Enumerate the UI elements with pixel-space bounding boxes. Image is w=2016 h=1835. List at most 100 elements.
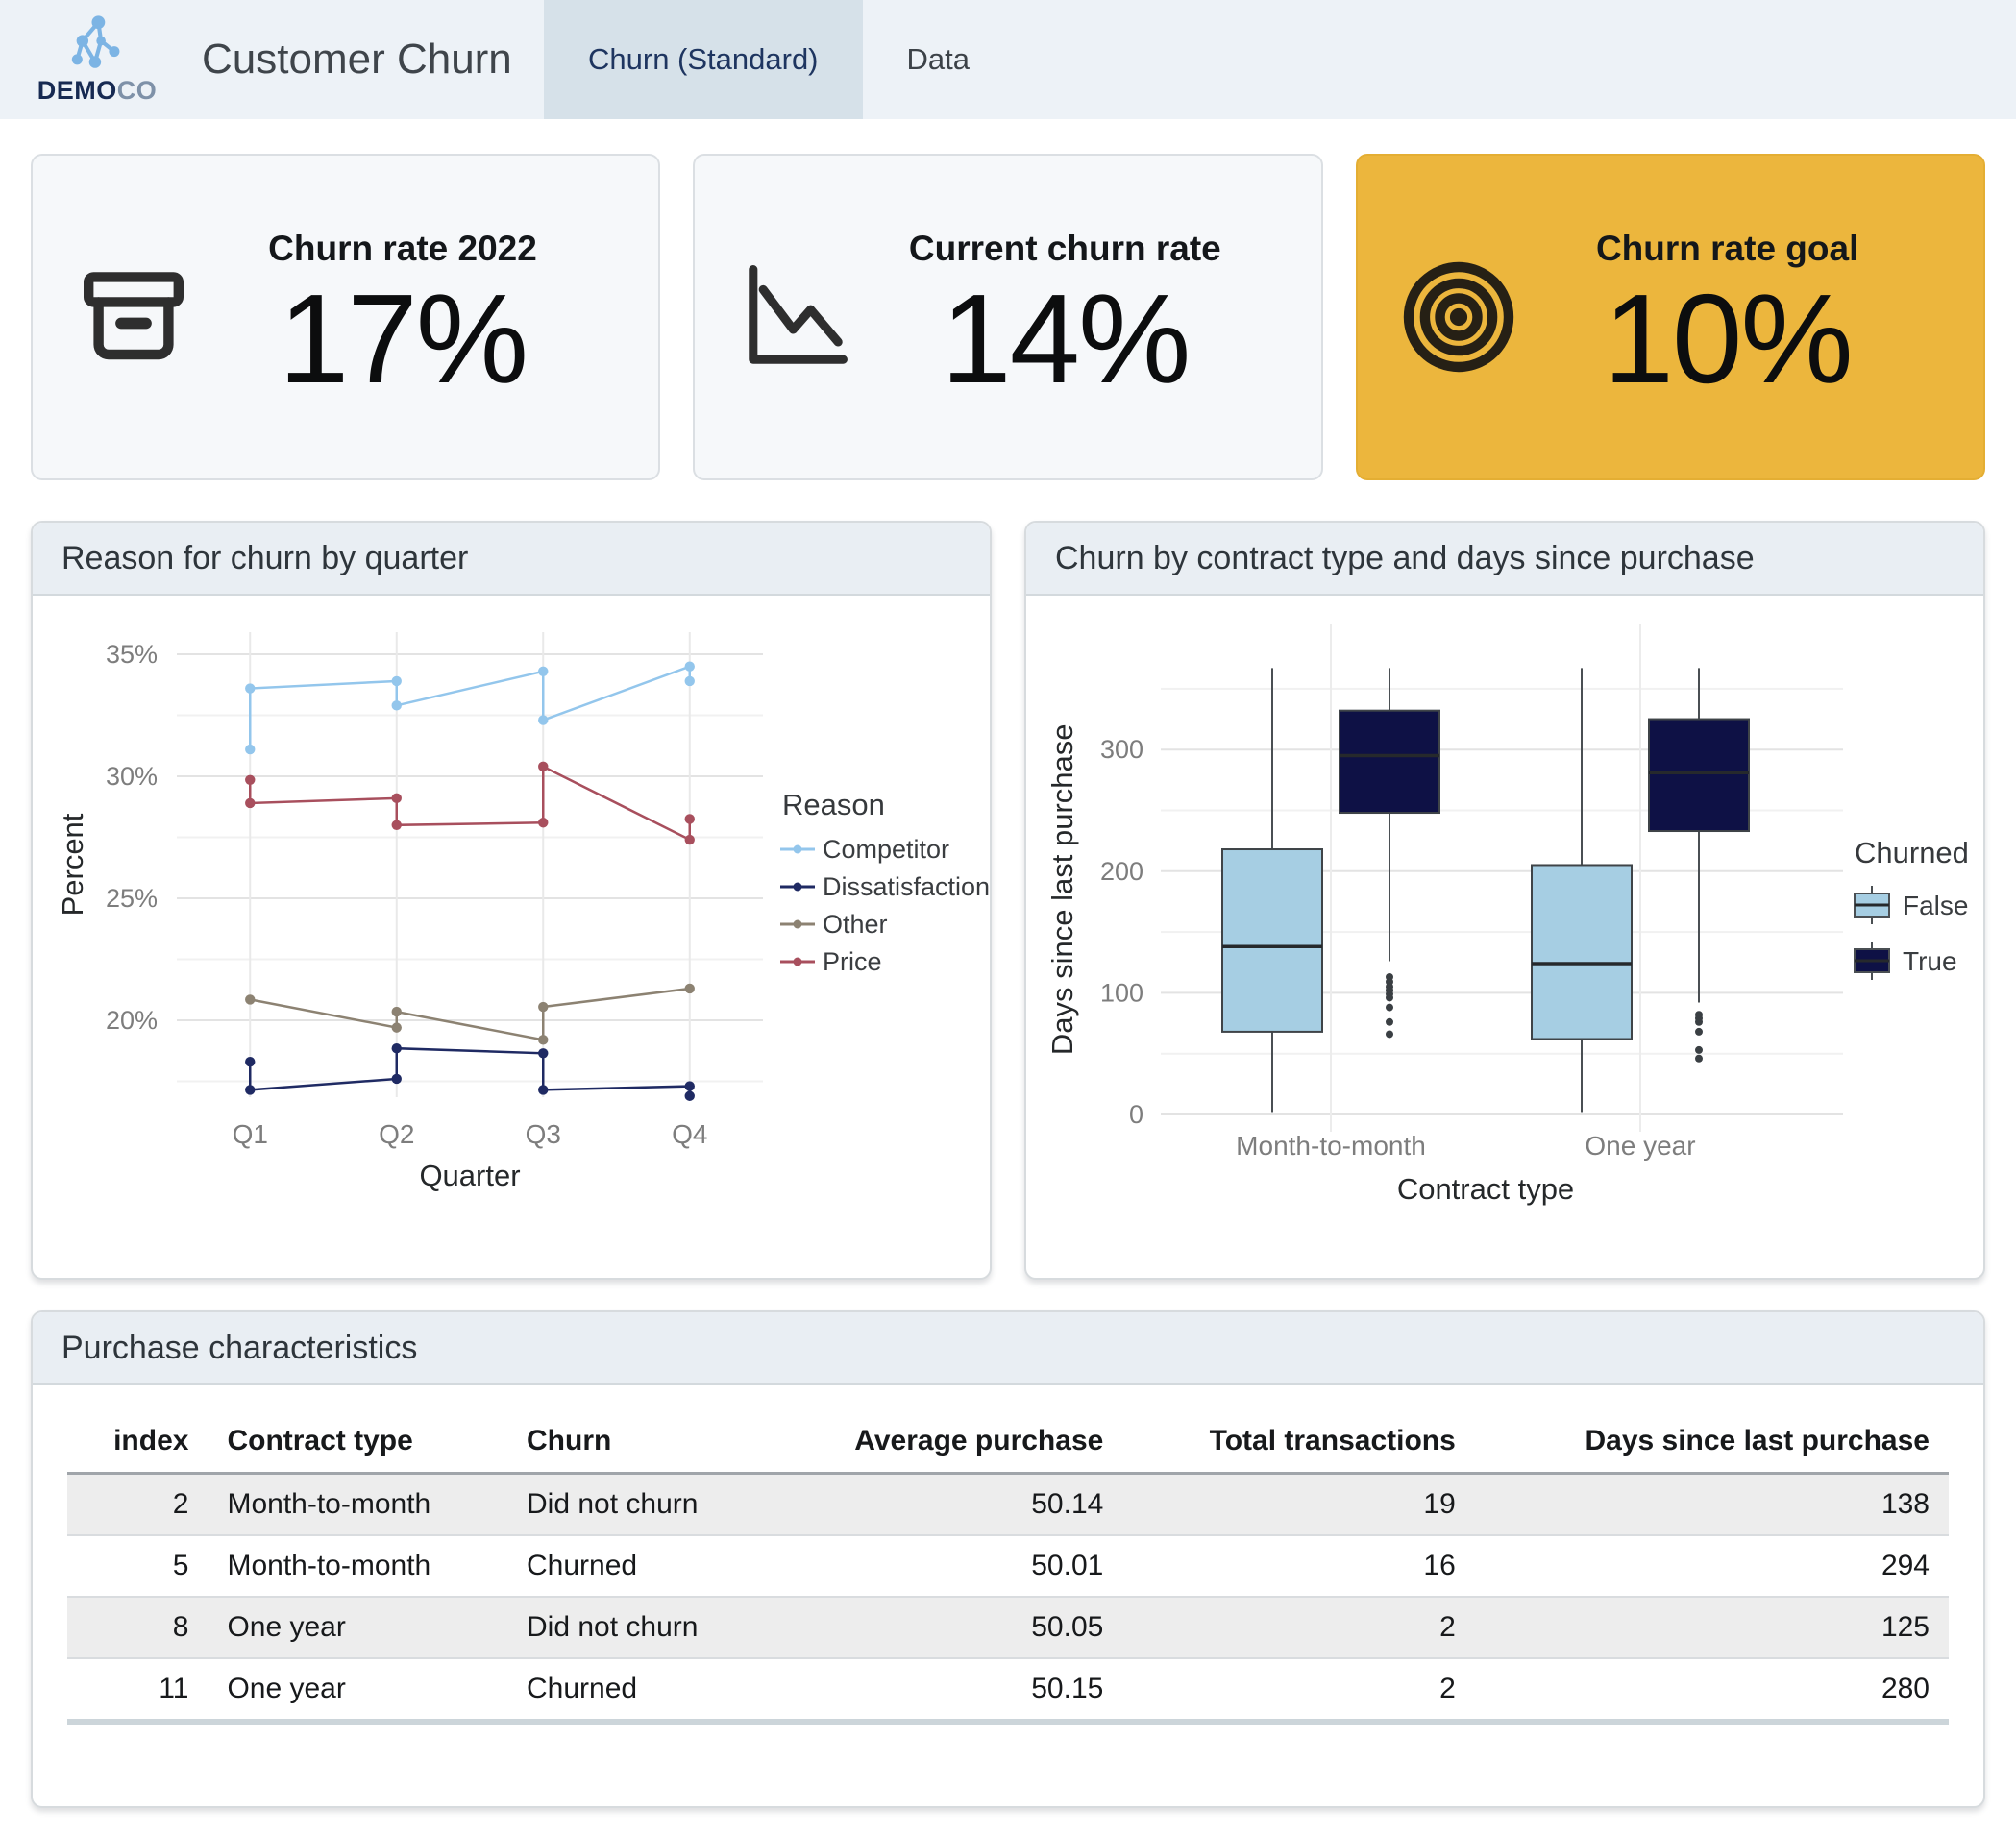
legend-dot	[794, 883, 802, 892]
box-month-to-month-true	[1340, 668, 1439, 1038]
x-tick-label: One year	[1585, 1131, 1695, 1161]
x-axis-title: Contract type	[1397, 1172, 1574, 1206]
data-point	[245, 1057, 255, 1066]
data-point	[392, 820, 402, 830]
kpi-text: Current churn rate 14%	[858, 229, 1271, 404]
table-cell: 50.14	[767, 1474, 1122, 1536]
data-point	[538, 715, 548, 724]
table-row: 2Month-to-monthDid not churn50.1419138	[67, 1474, 1949, 1536]
legend-label: True	[1903, 946, 1957, 976]
outlier-point	[1386, 1004, 1393, 1012]
tab-data[interactable]: Data	[863, 0, 1014, 119]
data-point	[392, 794, 402, 803]
logo-text: DEMOCO	[37, 76, 158, 106]
kpi-card-churn-rate-goal: Churn rate goal 10%	[1356, 154, 1985, 480]
kpi-title: Churn rate 2022	[196, 229, 609, 269]
table-header-cell: Total transactions	[1122, 1410, 1474, 1474]
x-tick-label: Q1	[233, 1119, 268, 1149]
data-point	[685, 676, 695, 686]
legend-item-price: Price	[780, 947, 882, 976]
table-cell: 294	[1475, 1535, 1949, 1597]
archive-box-icon	[71, 255, 196, 379]
table-body: 2Month-to-monthDid not churn50.14191385M…	[67, 1474, 1949, 1723]
table-cell: 2	[1122, 1658, 1474, 1722]
kpi-card-churn-rate-2022: Churn rate 2022 17%	[31, 154, 660, 480]
table-header-row: indexContract typeChurnAverage purchaseT…	[67, 1410, 1949, 1474]
data-point	[392, 1074, 402, 1084]
table-header-cell: Churn	[507, 1410, 767, 1474]
table-cell: 2	[1122, 1597, 1474, 1658]
x-tick-label: Month-to-month	[1236, 1131, 1426, 1161]
y-tick-label: 0	[1129, 1100, 1143, 1129]
purchase-characteristics-table: indexContract typeChurnAverage purchaseT…	[67, 1410, 1949, 1725]
data-point	[245, 1085, 255, 1094]
x-tick-label: Q2	[379, 1119, 414, 1149]
table-row: 5Month-to-monthChurned50.0116294	[67, 1535, 1949, 1597]
company-logo: DEMOCO	[0, 0, 169, 119]
tab-churn-standard[interactable]: Churn (Standard)	[544, 0, 863, 119]
y-tick-label: 25%	[106, 884, 158, 913]
table-cell: 16	[1122, 1535, 1474, 1597]
kpi-row: Churn rate 2022 17% Current churn rate 1…	[31, 154, 1985, 480]
table-cell: Did not churn	[507, 1597, 767, 1658]
outlier-point	[1695, 1028, 1703, 1036]
legend-item-true: True	[1855, 942, 1957, 980]
kpi-value: 17%	[196, 273, 609, 404]
y-axis-title: Percent	[56, 813, 89, 916]
table-header-cell: Contract type	[208, 1410, 507, 1474]
series-line	[250, 767, 690, 840]
outlier-point	[1695, 1055, 1703, 1063]
data-point	[538, 667, 548, 676]
table-cell: 11	[67, 1658, 208, 1722]
legend-title: Reason	[782, 788, 885, 821]
legend-label: Other	[823, 910, 888, 939]
table-cell: 2	[67, 1474, 208, 1536]
y-axis-title: Days since last purchase	[1045, 723, 1079, 1055]
line-series-dissatisfaction	[245, 1043, 695, 1101]
data-point	[392, 1022, 402, 1032]
box-one-year-true	[1649, 668, 1749, 1062]
table-cell: Did not churn	[507, 1474, 767, 1536]
y-tick-label: 300	[1100, 735, 1143, 764]
data-point	[392, 700, 402, 710]
data-point	[685, 1091, 695, 1101]
table-cell: 50.15	[767, 1658, 1122, 1722]
kpi-value: 10%	[1521, 273, 1934, 404]
data-point	[685, 1081, 695, 1090]
panel-churn-by-contract: Churn by contract type and days since pu…	[1024, 521, 1985, 1280]
legend-label: Dissatisfaction	[823, 872, 990, 901]
table-cell: 280	[1475, 1658, 1949, 1722]
data-point	[685, 984, 695, 993]
y-tick-label: 20%	[106, 1006, 158, 1035]
outlier-point	[1695, 1018, 1703, 1026]
x-axis-title: Quarter	[419, 1159, 520, 1192]
data-point	[685, 814, 695, 823]
line-chart-down-icon	[733, 255, 858, 379]
legend-dot	[794, 958, 802, 966]
outlier-point	[1386, 993, 1393, 1001]
table-cell: 5	[67, 1535, 208, 1597]
box	[1649, 720, 1749, 831]
panel-title: Churn by contract type and days since pu…	[1026, 523, 1983, 596]
reason-line-chart: 20%25%30%35%Q1Q2Q3Q4QuarterPercentReason…	[33, 596, 990, 1280]
kpi-title: Churn rate goal	[1521, 229, 1934, 269]
kpi-title: Current churn rate	[858, 229, 1271, 269]
legend-item-competitor: Competitor	[780, 835, 949, 864]
box-one-year-false	[1532, 668, 1632, 1112]
table-cell: 8	[67, 1597, 208, 1658]
table-cell: Month-to-month	[208, 1535, 507, 1597]
legend-dot	[794, 920, 802, 929]
app-header: DEMOCO Customer Churn Churn (Standard) D…	[0, 0, 2016, 119]
table-cell: 138	[1475, 1474, 1949, 1536]
table-cell: One year	[208, 1597, 507, 1658]
data-point	[685, 835, 695, 844]
outlier-point	[1386, 1018, 1393, 1026]
line-series-price	[245, 762, 695, 845]
line-series-other	[245, 984, 695, 1045]
data-point	[245, 683, 255, 693]
x-tick-label: Q4	[672, 1119, 707, 1149]
table-wrap: indexContract typeChurnAverage purchaseT…	[33, 1385, 1983, 1725]
y-tick-label: 200	[1100, 857, 1143, 886]
outlier-point	[1695, 1046, 1703, 1054]
legend-label: Price	[823, 947, 882, 976]
